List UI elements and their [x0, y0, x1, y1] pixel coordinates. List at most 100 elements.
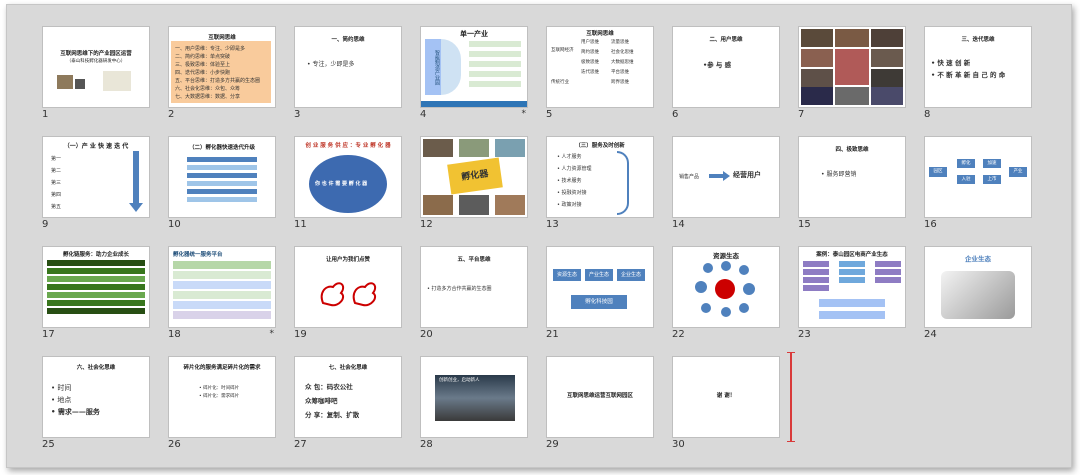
slide-canvas[interactable]: 五、平台思维 • 打造多方合作共赢的生态圈	[420, 246, 528, 328]
slide-thumb-15[interactable]: 四、极致思维 • 服务即营销 15	[798, 136, 906, 244]
flow-box: 孵化	[957, 159, 975, 168]
slide-canvas[interactable]: 互联网思维 一、用户思维：专注、少即是多 二、简约思维：单点突破 三、极致思维：…	[168, 26, 276, 108]
slide-thumb-7[interactable]: 7	[798, 26, 906, 134]
box	[839, 261, 865, 267]
bar	[47, 260, 145, 266]
slide-line: • 打造多方合作共赢的生态圈	[427, 286, 492, 292]
footer-bar	[421, 101, 527, 107]
photo	[871, 69, 903, 87]
slide-canvas[interactable]: 互联网思维下的产业园区运营 （泰山科技孵化器研发中心）	[42, 26, 150, 108]
slide-canvas[interactable]: 案例：泰山园区电商产业生态	[798, 246, 906, 328]
house-image	[57, 75, 73, 89]
slide-number: 12	[420, 219, 433, 230]
slide-title: 企业生态	[965, 255, 991, 263]
slide-canvas[interactable]: 孵化器	[420, 136, 528, 218]
slide-thumb-27[interactable]: 七、社会化思维 众 包：码农公社 众筹咖啡吧 分 享：复制、扩散 27	[294, 356, 402, 464]
flow-box: 加速	[983, 159, 1001, 168]
slide-number: 23	[798, 329, 811, 340]
slide-canvas[interactable]: 企业生态	[924, 246, 1032, 328]
slide-thumb-21[interactable]: 资源生态 产业生态 企业生态 孵化科技园 21	[546, 246, 654, 354]
photo	[871, 49, 903, 67]
slide-thumb-1[interactable]: 互联网思维下的产业园区运营 （泰山科技孵化器研发中心） 1	[42, 26, 150, 134]
slide-canvas[interactable]: 资源生态	[672, 246, 780, 328]
box	[803, 285, 829, 291]
slide-thumb-23[interactable]: 案例：泰山园区电商产业生态 23	[798, 246, 906, 354]
slide-thumb-10[interactable]: （二）孵化器快速迭代升级 10	[168, 136, 276, 244]
banner: 孵化器	[447, 157, 503, 195]
slide-canvas[interactable]: 七、社会化思维 众 包：码农公社 众筹咖啡吧 分 享：复制、扩散	[294, 356, 402, 438]
slide-canvas[interactable]	[798, 26, 906, 108]
slide-canvas[interactable]: 互联网思维 互联网经济 传统行业 用户思维 简约思维 极致思维 迭代思维 流量思…	[546, 26, 654, 108]
slide-canvas[interactable]: 六、社会化思维 • 时间 • 地点 • 需求——服务	[42, 356, 150, 438]
slide-canvas[interactable]: 一、简约思维 • 专注，少即是多	[294, 26, 402, 108]
slide-thumb-8[interactable]: 三、迭代思维 • 快 速 创 新 • 不 断 革 新 自 己 的 命 8	[924, 26, 1032, 134]
slide-thumb-18[interactable]: 孵化器统一服务平台 18 *	[168, 246, 276, 354]
slide-thumb-22[interactable]: 资源生态 22	[672, 246, 780, 354]
photo	[871, 87, 903, 105]
arc-shape	[441, 39, 461, 95]
slide-canvas[interactable]: （二）孵化器快速迭代升级	[168, 136, 276, 218]
slide-thumb-2[interactable]: 互联网思维 一、用户思维：专注、少即是多 二、简约思维：单点突破 三、极致思维：…	[168, 26, 276, 134]
slide-canvas[interactable]: 孵化链服务：助力企业成长	[42, 246, 150, 328]
slide-thumb-4[interactable]: 单一产业 智能制造产业园 4 *	[420, 26, 528, 134]
slide-canvas[interactable]: 谢 谢！	[672, 356, 780, 438]
slide-canvas[interactable]: （一）产 业 快 速 迭 代 第一 第二 第三 第四 第五	[42, 136, 150, 218]
slide-line: • 专注，少即是多	[307, 61, 355, 68]
slide-canvas[interactable]: 单一产业 智能制造产业园	[420, 26, 528, 108]
slide-title: 三、迭代思维	[961, 37, 995, 43]
down-arrow-icon	[129, 203, 143, 212]
slide-thumb-3[interactable]: 一、简约思维 • 专注，少即是多 3	[294, 26, 402, 134]
slide-thumb-17[interactable]: 孵化链服务：助力企业成长 17	[42, 246, 150, 354]
slide-canvas[interactable]: 资源生态 产业生态 企业生态 孵化科技园	[546, 246, 654, 328]
slide-thumb-24[interactable]: 企业生态 24	[924, 246, 1032, 354]
slide-title: 互联网思维	[208, 35, 236, 41]
slide-thumb-11[interactable]: 创 业 服 务 供 应 ：专 业 孵 化 器 你 也 许 需 要 孵 化 器 1…	[294, 136, 402, 244]
slide-thumb-30[interactable]: 谢 谢！ 30	[672, 356, 780, 464]
slide-number: 29	[546, 439, 559, 450]
mindmap-node: 大数据思维	[611, 60, 634, 65]
table-row	[173, 281, 271, 289]
slide-canvas[interactable]: 四、极致思维 • 服务即营销	[798, 136, 906, 218]
slide-canvas[interactable]: 让用户为我们点赞	[294, 246, 402, 328]
slide-thumb-19[interactable]: 让用户为我们点赞 19	[294, 246, 402, 354]
slide-canvas[interactable]: 创新创业，启动新人	[420, 356, 528, 438]
slide-line: 第四	[51, 192, 62, 198]
slide-thumb-13[interactable]: （三）服务及时创新 • 人才服务 • 人力资源管理 • 技术服务 • 投融资对接…	[546, 136, 654, 244]
slide-thumb-26[interactable]: 碎片化的服务满足碎片化的需求 • 碎片化：时间碎片 • 碎片化：需求碎片 26	[168, 356, 276, 464]
slide-canvas[interactable]: 二、用户思维 •参 与 感	[672, 26, 780, 108]
slide-thumb-28[interactable]: 创新创业，启动新人 28	[420, 356, 528, 464]
slide-canvas[interactable]: 互联网思维运营互联网园区	[546, 356, 654, 438]
slide-thumb-20[interactable]: 五、平台思维 • 打造多方合作共赢的生态圈 20	[420, 246, 528, 354]
animation-star-icon: *	[521, 109, 527, 119]
photo	[801, 49, 833, 67]
slide-canvas[interactable]: 销售产品 经营用户	[672, 136, 780, 218]
bar	[187, 173, 257, 178]
slide-canvas[interactable]: 创 业 服 务 供 应 ：专 业 孵 化 器 你 也 许 需 要 孵 化 器	[294, 136, 402, 218]
flow-box: 产业生态	[585, 269, 613, 281]
side-label: 智能制造产业园	[425, 39, 441, 95]
slide-number: 6	[672, 109, 679, 120]
slide-canvas[interactable]: 孵化器统一服务平台	[168, 246, 276, 328]
slide-canvas[interactable]: 碎片化的服务满足碎片化的需求 • 碎片化：时间碎片 • 碎片化：需求碎片	[168, 356, 276, 438]
slide-thumb-6[interactable]: 二、用户思维 •参 与 感 6	[672, 26, 780, 134]
bubble	[739, 303, 749, 313]
slide-line: 一、用户思维：专注、少即是多	[175, 46, 246, 52]
slide-canvas[interactable]: 园区 孵化 加速 入驻 上市 产业	[924, 136, 1032, 218]
slide-thumb-9[interactable]: （一）产 业 快 速 迭 代 第一 第二 第三 第四 第五 9	[42, 136, 150, 244]
photo-caption: 创新创业，启动新人	[439, 378, 480, 383]
slide-thumb-25[interactable]: 六、社会化思维 • 时间 • 地点 • 需求——服务 25	[42, 356, 150, 464]
box	[803, 261, 829, 267]
slide-canvas[interactable]: 三、迭代思维 • 快 速 创 新 • 不 断 革 新 自 己 的 命	[924, 26, 1032, 108]
slide-thumb-5[interactable]: 互联网思维 互联网经济 传统行业 用户思维 简约思维 极致思维 迭代思维 流量思…	[546, 26, 654, 134]
bar	[187, 197, 257, 202]
slide-line: • 碎片化：需求碎片	[199, 394, 240, 399]
slide-thumb-12[interactable]: 孵化器 12	[420, 136, 528, 244]
slide-thumb-29[interactable]: 互联网思维运营互联网园区 29	[546, 356, 654, 464]
slide-number: 4	[420, 109, 427, 120]
slide-title: 互联网思维运营互联网园区	[566, 393, 633, 399]
slide-canvas[interactable]: （三）服务及时创新 • 人才服务 • 人力资源管理 • 技术服务 • 投融资对接…	[546, 136, 654, 218]
insertion-cursor[interactable]	[787, 352, 795, 442]
slide-thumb-14[interactable]: 销售产品 经营用户 14	[672, 136, 780, 244]
slide-line: • 时间	[51, 384, 72, 392]
slide-thumb-16[interactable]: 园区 孵化 加速 入驻 上市 产业 16	[924, 136, 1032, 244]
